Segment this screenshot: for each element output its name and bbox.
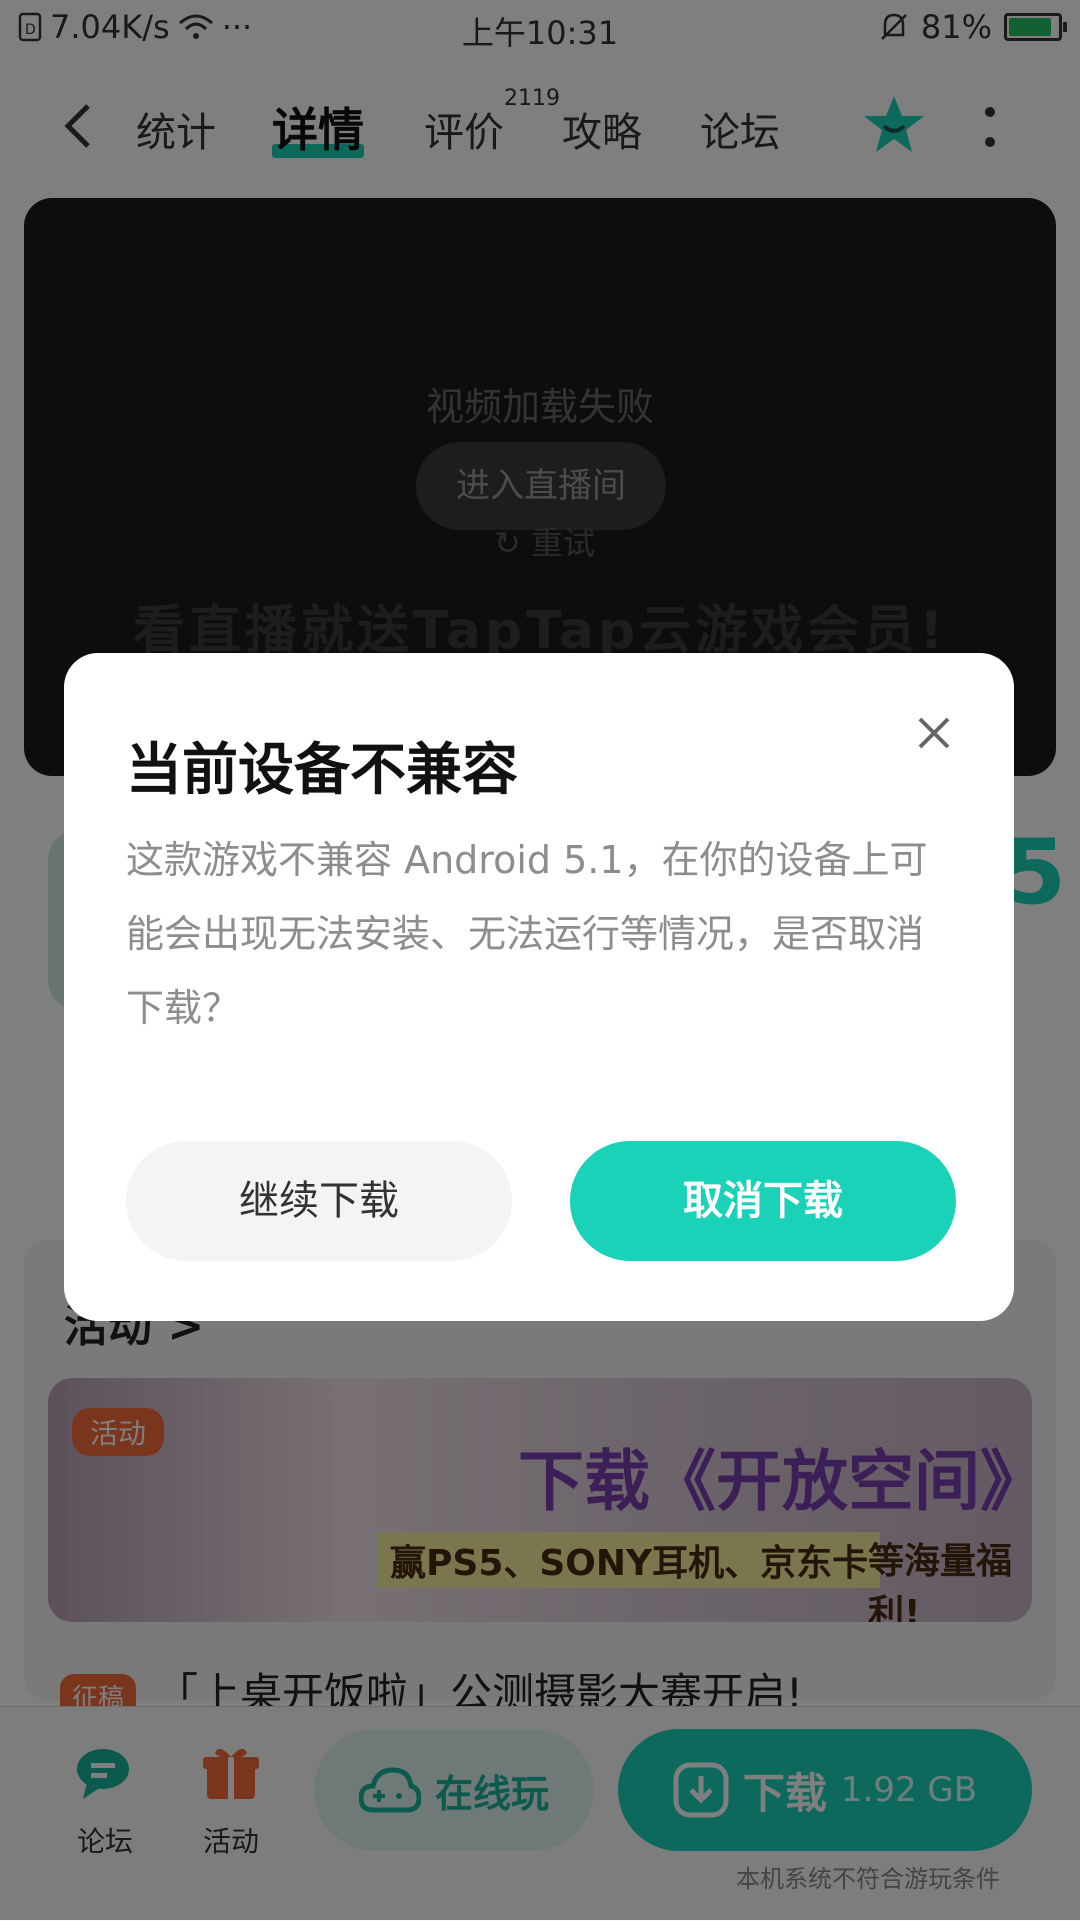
close-icon[interactable] (910, 709, 958, 757)
continue-download-button[interactable]: 继续下载 (126, 1141, 512, 1261)
cancel-download-button[interactable]: 取消下载 (570, 1141, 956, 1261)
incompatible-dialog: 当前设备不兼容 这款游戏不兼容 Android 5.1，在你的设备上可能会出现无… (64, 653, 1014, 1321)
dialog-title: 当前设备不兼容 (126, 738, 518, 803)
dialog-body: 这款游戏不兼容 Android 5.1，在你的设备上可能会出现无法安装、无法运行… (126, 838, 928, 1030)
